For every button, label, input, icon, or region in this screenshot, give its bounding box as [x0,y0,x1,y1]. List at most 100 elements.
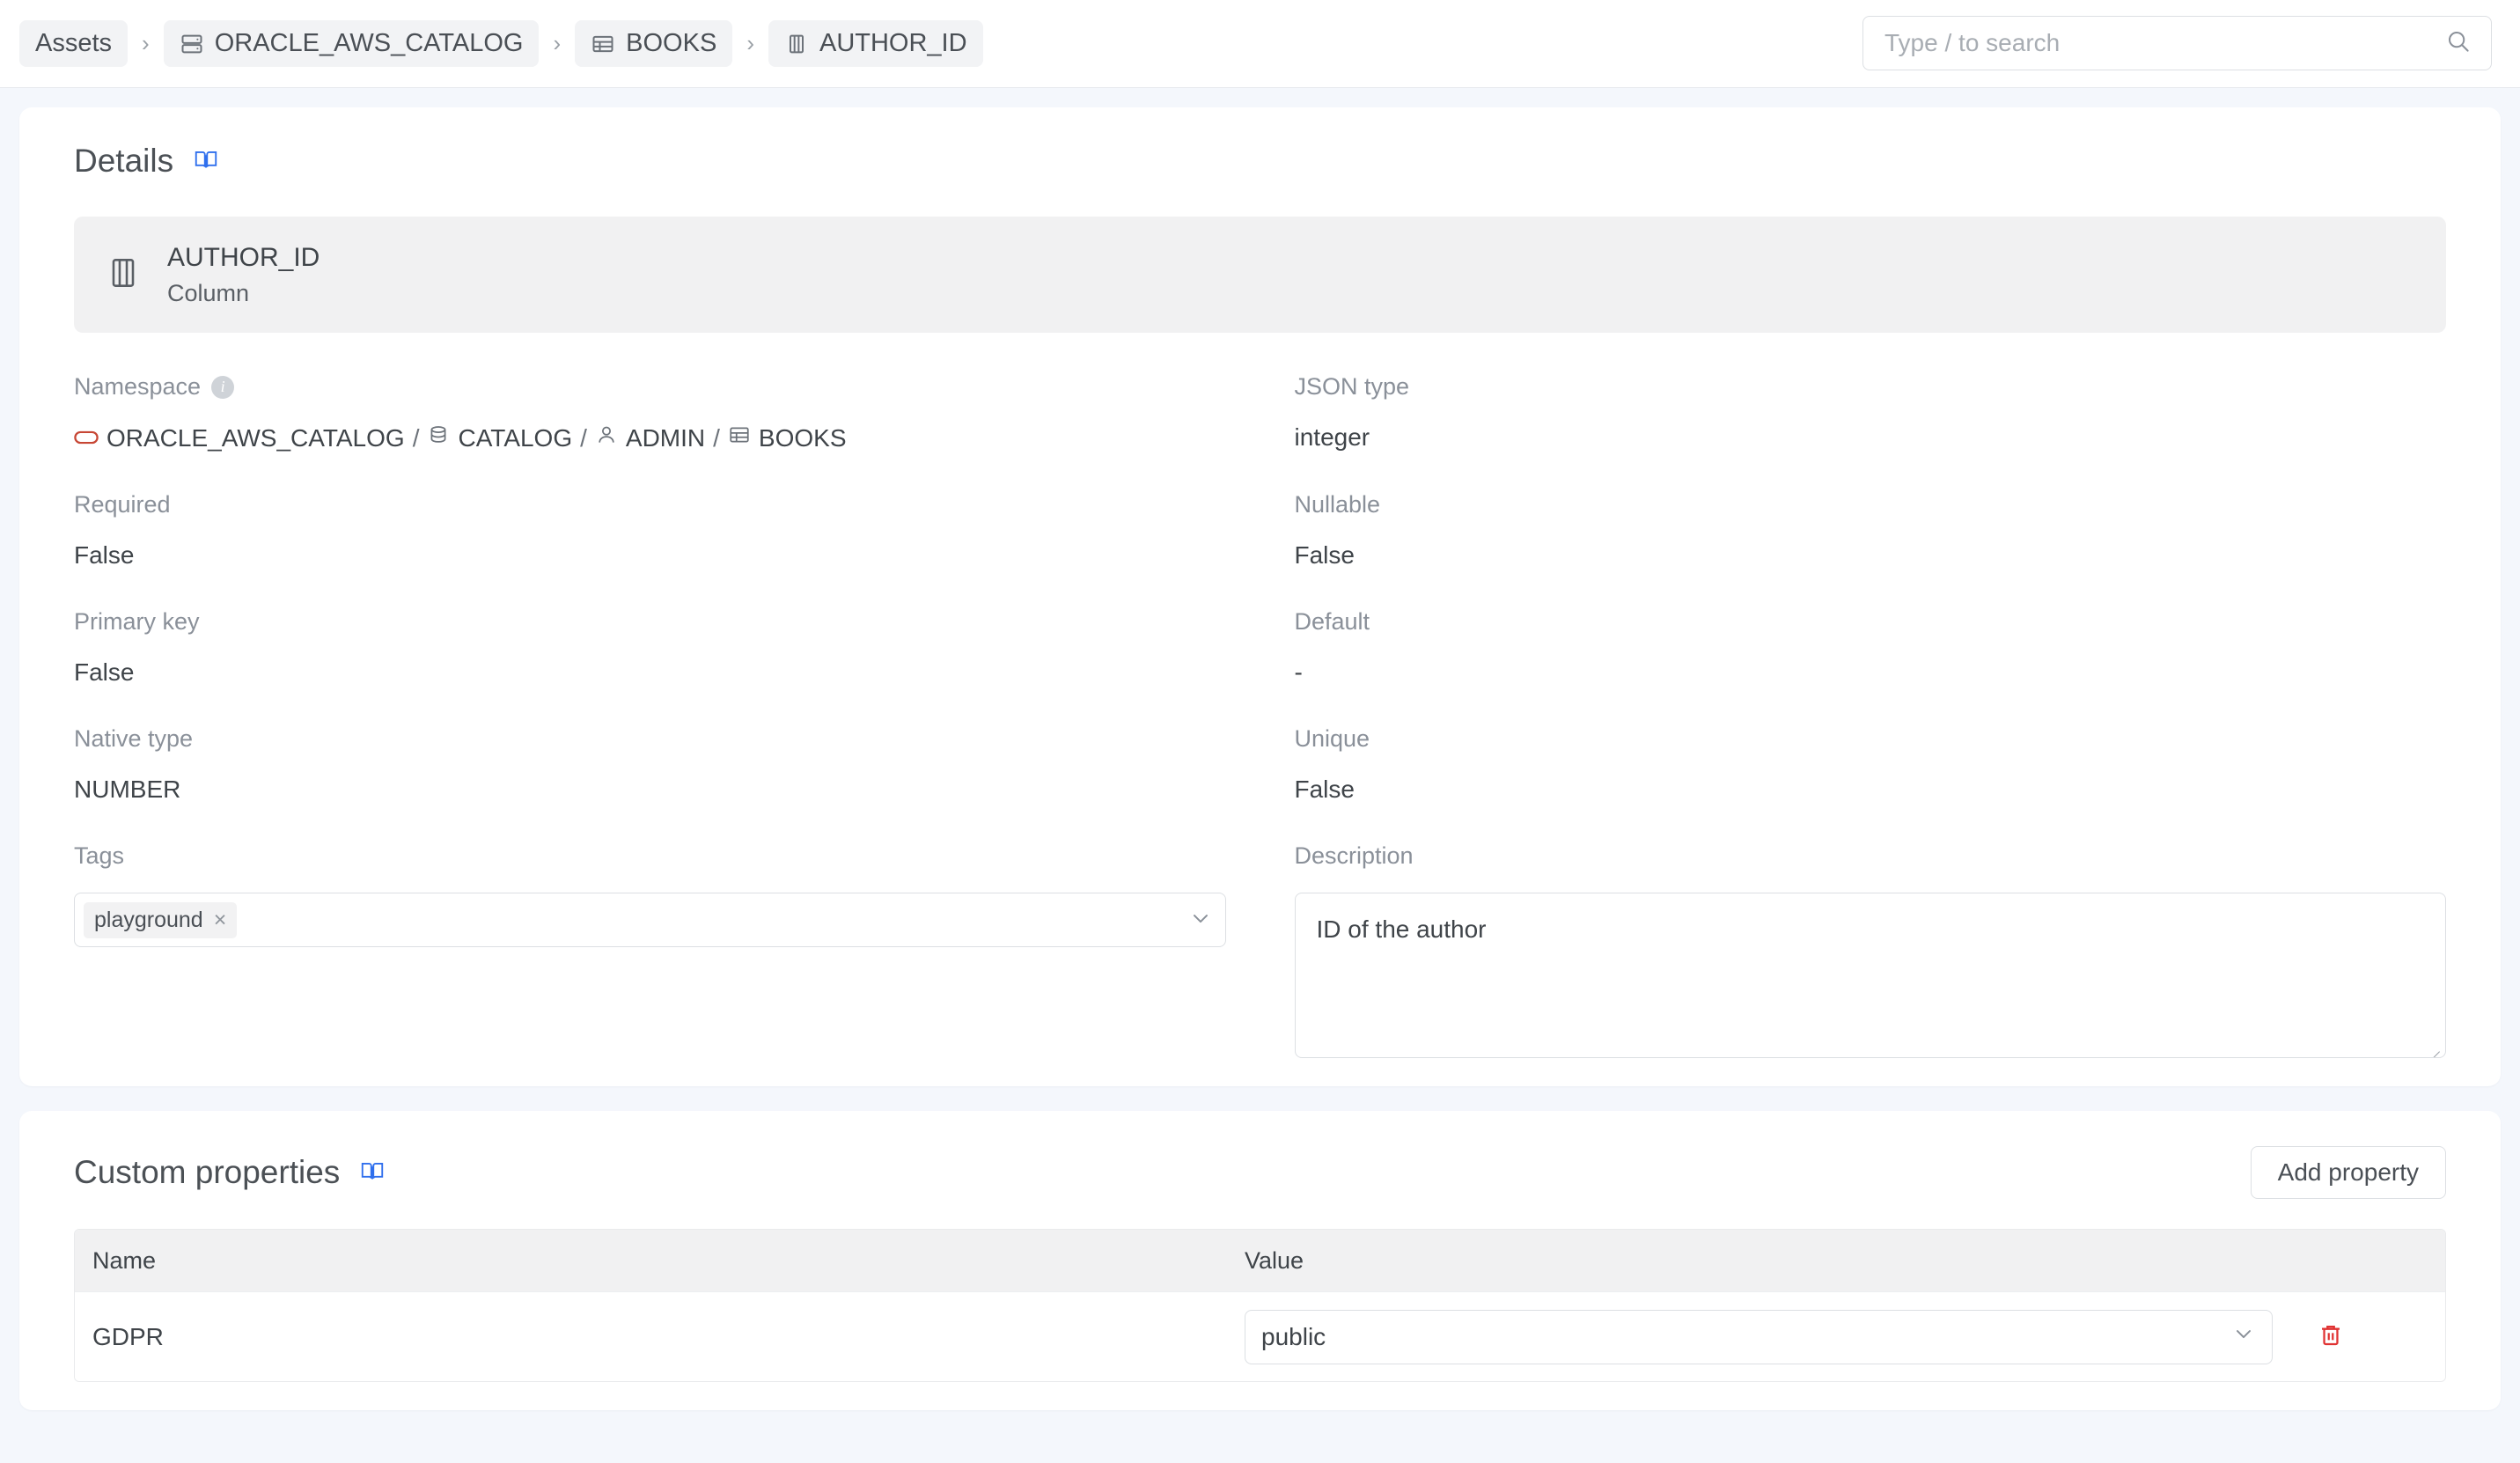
asset-name: AUTHOR_ID [167,243,320,273]
breadcrumb-item-books[interactable]: BOOKS [575,20,732,67]
field-namespace: Namespace i ORACLE_AWS_CATALOG / [74,373,1226,491]
table-row: GDPR public [75,1291,2445,1381]
namespace-part-label: ADMIN [626,424,705,452]
field-value: integer [1295,423,2447,452]
chevron-down-icon[interactable] [1188,906,1213,935]
namespace-part-label: BOOKS [759,424,847,452]
resize-handle[interactable] [2427,1039,2441,1053]
column-icon [104,254,143,297]
asset-text: AUTHOR_ID Column [167,243,320,307]
property-actions-cell [2304,1321,2445,1352]
description-text: ID of the author [1317,915,1487,943]
breadcrumb-label: AUTHOR_ID [819,29,967,58]
field-label-text: Namespace [74,373,201,401]
breadcrumb-label: BOOKS [626,29,716,58]
search-input[interactable] [1883,28,2436,58]
details-header: Details [19,107,2501,180]
search-box[interactable] [1862,16,2492,70]
namespace-part-label: ORACLE_AWS_CATALOG [107,424,405,452]
field-description: Description ID of the author [1295,842,2447,1058]
tag-chip-playground[interactable]: playground × [84,902,237,938]
asset-banner: AUTHOR_ID Column [74,217,2446,333]
book-icon[interactable] [193,146,219,177]
property-name: GDPR [75,1323,1232,1351]
namespace-part-books[interactable]: BOOKS [728,423,847,452]
field-value: False [74,541,1226,570]
tags-select[interactable]: playground × [74,893,1226,947]
field-label: Tags [74,842,1226,870]
column-icon [784,32,809,56]
field-label: Unique [1295,725,2447,753]
custom-properties-header: Custom properties Add property [19,1111,2501,1199]
breadcrumb-item-author-id[interactable]: AUTHOR_ID [768,20,983,67]
page-content: Details AUTHOR_ID Column [0,88,2520,1410]
server-icon [180,32,204,56]
top-bar: Assets › ORACLE_AWS_CATALOG › [0,0,2520,88]
field-json-type: JSON type integer [1295,373,2447,491]
custom-properties-table: Name Value GDPR public [74,1229,2446,1382]
tag-chip-label: playground [94,908,203,933]
field-label: Native type [74,725,1226,753]
column-header-name: Name [75,1247,1232,1275]
details-card: Details AUTHOR_ID Column [19,107,2501,1086]
add-property-button[interactable]: Add property [2251,1146,2446,1199]
field-value: - [1295,658,2447,687]
field-label-text: Primary key [74,608,200,636]
user-icon [595,423,618,452]
breadcrumb: Assets › ORACLE_AWS_CATALOG › [19,20,983,67]
breadcrumb-separator: › [539,30,575,57]
search-icon[interactable] [2445,28,2472,59]
field-value: NUMBER [74,776,1226,804]
field-label: Primary key [74,608,1226,636]
namespace-part-label: CATALOG [458,424,572,452]
property-value-cell: public [1232,1310,2304,1364]
field-unique: Unique False [1295,725,2447,842]
field-label: Required [74,491,1226,518]
namespace-part-catalog[interactable]: CATALOG [427,423,572,452]
field-label-text: JSON type [1295,373,1410,401]
field-primary-key: Primary key False [74,608,1226,725]
page-title: Details [74,143,173,180]
description-textarea[interactable]: ID of the author [1295,893,2447,1058]
breadcrumb-item-oracle-aws-catalog[interactable]: ORACLE_AWS_CATALOG [164,20,540,67]
tag-remove-icon[interactable]: × [214,908,227,933]
table-header-row: Name Value [75,1230,2445,1291]
search-container [1862,16,2492,70]
field-label-text: Default [1295,608,1370,636]
breadcrumb-separator: › [732,30,768,57]
oracle-icon [74,424,99,452]
field-label-text: Tags [74,842,124,870]
namespace-separator: / [705,424,728,452]
trash-icon [2317,1321,2345,1352]
breadcrumb-label: Assets [35,29,112,58]
field-native-type: Native type NUMBER [74,725,1226,842]
info-icon[interactable]: i [211,376,234,399]
namespace-path: ORACLE_AWS_CATALOG / CATALOG [74,423,1226,452]
namespace-part-admin[interactable]: ADMIN [595,423,705,452]
delete-property-button[interactable] [2317,1321,2345,1352]
namespace-separator: / [572,424,595,452]
column-header-value: Value [1232,1247,2304,1275]
field-label-text: Unique [1295,725,1370,753]
breadcrumb-item-assets[interactable]: Assets [19,20,128,67]
breadcrumb-label: ORACLE_AWS_CATALOG [215,29,524,58]
chevron-down-icon[interactable] [2231,1321,2256,1352]
database-icon [427,423,450,452]
details-field-grid: Namespace i ORACLE_AWS_CATALOG / [74,373,2446,1058]
field-label: Description [1295,842,2447,870]
namespace-part-oracle-aws-catalog[interactable]: ORACLE_AWS_CATALOG [74,424,405,452]
field-nullable: Nullable False [1295,491,2447,608]
book-icon[interactable] [359,1158,386,1188]
field-required: Required False [74,491,1226,608]
field-label-text: Nullable [1295,491,1381,518]
property-value-text: public [1261,1323,1326,1351]
custom-properties-card: Custom properties Add property Name Valu… [19,1111,2501,1410]
table-icon [728,423,751,452]
property-value-select[interactable]: public [1245,1310,2273,1364]
field-label: JSON type [1295,373,2447,401]
field-label-text: Native type [74,725,193,753]
custom-properties-title: Custom properties [74,1154,340,1191]
field-tags: Tags playground × [74,842,1226,1058]
field-label: Nullable [1295,491,2447,518]
field-default: Default - [1295,608,2447,725]
